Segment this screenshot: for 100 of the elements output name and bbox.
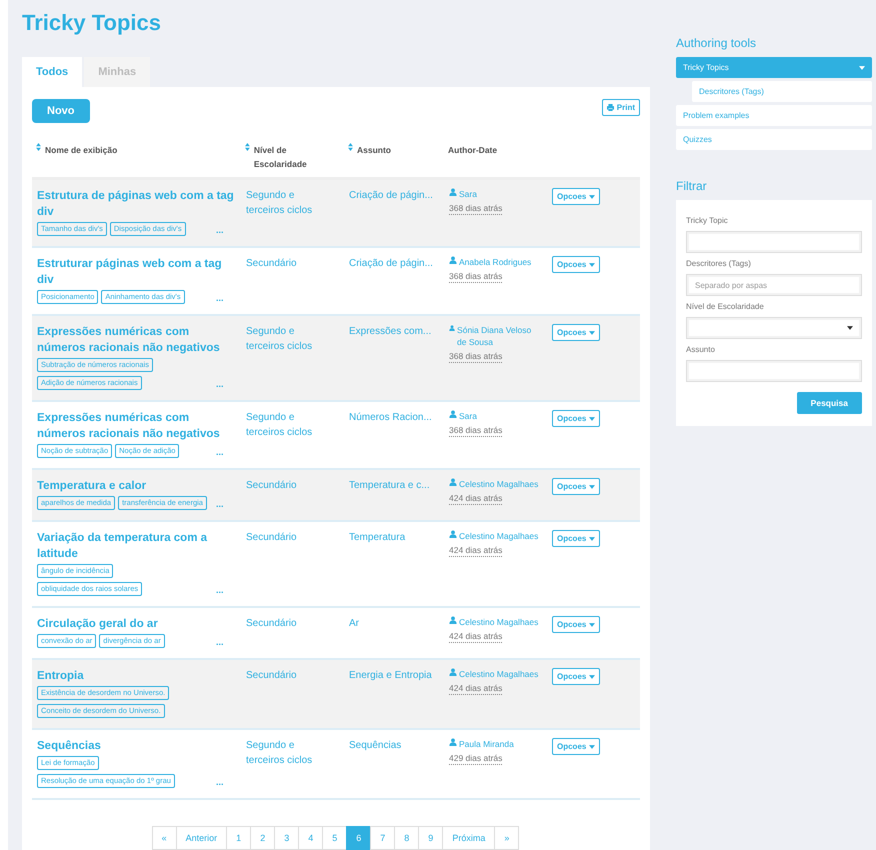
caret-icon: [589, 536, 596, 540]
topic-link[interactable]: Entropia: [37, 668, 236, 684]
more-indicator[interactable]: ...: [215, 224, 225, 236]
subject-text: Energia e Entropia: [349, 670, 432, 681]
column-header[interactable]: Nome de exibição: [36, 143, 118, 157]
page-button[interactable]: 7: [370, 826, 396, 850]
author-name[interactable]: Celestino Magalhaes: [459, 478, 538, 490]
author-name[interactable]: Anabela Rodrigues: [459, 256, 532, 268]
page-title: Tricky Topics: [22, 10, 162, 37]
page-button[interactable]: 3: [274, 826, 300, 850]
date-text: 424 dias atrás: [449, 682, 502, 695]
page-button[interactable]: 5: [322, 826, 348, 850]
caret-icon: [589, 484, 596, 488]
sort-icon[interactable]: [245, 143, 250, 151]
nav-item[interactable]: Quizzes: [676, 129, 872, 150]
date-text: 429 dias atrás: [449, 752, 502, 765]
topic-link[interactable]: Sequências: [37, 738, 236, 754]
page-button[interactable]: »: [494, 826, 520, 850]
new-button[interactable]: Novo: [32, 99, 90, 123]
section-heading: Authoring tools: [676, 36, 758, 50]
page-button[interactable]: 6: [346, 826, 372, 850]
select-field[interactable]: [686, 317, 862, 339]
nav-item[interactable]: Tricky Topics: [676, 57, 872, 78]
nav-item[interactable]: Descritores (Tags): [692, 81, 872, 102]
date-text: 424 dias atrás: [449, 492, 502, 505]
caret-icon: [589, 622, 596, 626]
nav-item[interactable]: Problem examples: [676, 105, 872, 126]
tab[interactable]: Todos: [22, 57, 82, 87]
dropdown-caret-icon: [847, 326, 853, 330]
level-text: Secundário: [246, 670, 297, 681]
page-button[interactable]: 8: [394, 826, 420, 850]
level-text: Segundo e terceiros ciclos: [246, 740, 312, 766]
field-label: Tricky Topic: [686, 216, 729, 225]
author-name[interactable]: Sara: [459, 410, 477, 422]
author-name[interactable]: Celestino Magalhaes: [459, 616, 538, 628]
page-button[interactable]: «: [152, 826, 177, 850]
input-field[interactable]: [686, 231, 862, 253]
page-button[interactable]: 1: [226, 826, 252, 850]
caret-icon: [589, 330, 596, 334]
dropdown-caret-icon: [859, 66, 865, 70]
author-name[interactable]: Paula Miranda: [459, 738, 514, 750]
author-name[interactable]: Celestino Magalhaes: [459, 668, 538, 680]
caret-icon: [589, 744, 596, 748]
author-name[interactable]: Sara: [459, 188, 477, 200]
date-text: 368 dias atrás: [449, 202, 502, 215]
options-button[interactable]: Opcoes: [552, 668, 600, 685]
more-indicator[interactable]: ...: [215, 776, 225, 788]
page-button[interactable]: 2: [250, 826, 276, 850]
column-header[interactable]: Author-Date: [448, 143, 498, 157]
input-field[interactable]: [686, 360, 862, 382]
more-indicator[interactable]: ...: [215, 636, 225, 648]
caret-icon: [589, 416, 596, 420]
page-button[interactable]: 4: [298, 826, 324, 850]
column-header[interactable]: Nível de Escolaridade: [245, 143, 339, 171]
options-button[interactable]: Opcoes: [552, 256, 600, 273]
sort-icon[interactable]: [348, 143, 353, 151]
options-button[interactable]: Opcoes: [552, 738, 600, 755]
user-icon: [449, 188, 457, 196]
sort-icon[interactable]: [36, 143, 41, 151]
options-button[interactable]: Opcoes: [552, 530, 600, 547]
subject-text: Sequências: [349, 740, 402, 751]
topic-link[interactable]: Circulação geral do ar: [37, 616, 236, 632]
date-text: 368 dias atrás: [449, 270, 502, 283]
print-button[interactable]: Print: [602, 99, 640, 116]
subject-text: Criação de págin...: [349, 258, 433, 269]
more-indicator[interactable]: ...: [215, 584, 225, 596]
options-button[interactable]: Opcoes: [552, 324, 600, 341]
user-icon: [449, 668, 457, 676]
more-indicator[interactable]: ...: [215, 292, 225, 304]
author-name[interactable]: Sónia Diana Veloso de Sousa: [457, 324, 542, 348]
page-button[interactable]: Próxima: [442, 826, 496, 850]
field-label: Descritores (Tags): [686, 259, 752, 268]
topic-link[interactable]: Expressões numéricas com números racionais não negativos: [37, 410, 236, 442]
topic-link[interactable]: Expressões numéricas com números racionais não negativos: [37, 324, 236, 356]
search-button[interactable]: Pesquisa: [796, 392, 862, 414]
topic-link[interactable]: Temperatura e calor: [37, 478, 236, 494]
options-button[interactable]: Opcoes: [552, 478, 600, 495]
tab[interactable]: Minhas: [84, 57, 150, 87]
field-label: Nível de Escolaridade: [686, 302, 765, 311]
topic-link[interactable]: Variação da temperatura com a latitude: [37, 530, 236, 562]
user-icon: [449, 738, 457, 746]
subject-text: Ar: [349, 618, 359, 629]
options-button[interactable]: Opcoes: [552, 410, 600, 427]
options-button[interactable]: Opcoes: [552, 616, 600, 633]
more-indicator[interactable]: ...: [215, 446, 225, 458]
options-button[interactable]: Opcoes: [552, 188, 600, 205]
level-text: Segundo e terceiros ciclos: [246, 190, 312, 216]
level-text: Segundo e terceiros ciclos: [246, 326, 312, 352]
topic-link[interactable]: Estruturar páginas web com a tag div: [37, 256, 236, 288]
level-text: Secundário: [246, 532, 297, 543]
page-button[interactable]: Anterior: [176, 826, 228, 850]
level-text: Secundário: [246, 258, 297, 269]
column-header[interactable]: Assunto: [348, 143, 391, 157]
page-button[interactable]: 9: [418, 826, 444, 850]
more-indicator[interactable]: ...: [215, 378, 225, 390]
topic-link[interactable]: Estrutura de páginas web com a tag div: [37, 188, 236, 220]
more-indicator[interactable]: ...: [215, 498, 225, 510]
input-field[interactable]: Separado por aspas: [686, 274, 862, 296]
author-name[interactable]: Celestino Magalhaes: [459, 530, 538, 542]
level-text: Secundário: [246, 618, 297, 629]
